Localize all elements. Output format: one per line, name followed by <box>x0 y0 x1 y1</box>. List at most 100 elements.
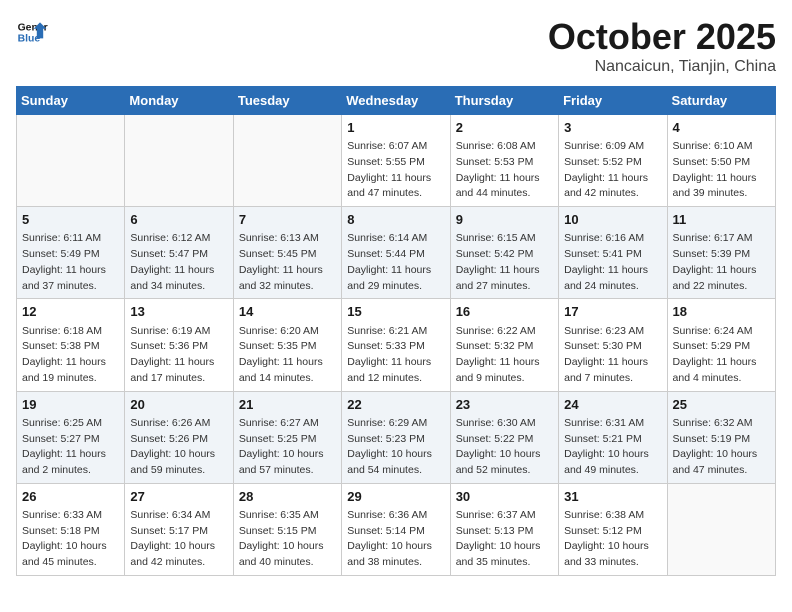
day-info: Sunrise: 6:20 AM Sunset: 5:35 PM Dayligh… <box>239 324 336 387</box>
day-number: 25 <box>673 396 770 414</box>
calendar-week-row: 19 Sunrise: 6:25 AM Sunset: 5:27 PM Dayli… <box>17 391 776 483</box>
day-info: Sunrise: 6:13 AM Sunset: 5:45 PM Dayligh… <box>239 231 336 294</box>
calendar-cell: 12 Sunrise: 6:18 AM Sunset: 5:38 PM Dayli… <box>17 299 125 391</box>
calendar-week-row: 5 Sunrise: 6:11 AM Sunset: 5:49 PM Daylig… <box>17 207 776 299</box>
calendar-cell: 14Sunrise: 6:20 AM Sunset: 5:35 PM Dayli… <box>233 299 341 391</box>
day-number: 6 <box>130 211 227 229</box>
day-number: 16 <box>456 303 553 321</box>
day-info: Sunrise: 6:25 AM Sunset: 5:27 PM Dayligh… <box>22 416 119 479</box>
day-info: Sunrise: 6:27 AM Sunset: 5:25 PM Dayligh… <box>239 416 336 479</box>
calendar-cell: 4Sunrise: 6:10 AM Sunset: 5:50 PM Daylig… <box>667 115 775 207</box>
day-info: Sunrise: 6:22 AM Sunset: 5:32 PM Dayligh… <box>456 324 553 387</box>
calendar-cell: 25 Sunrise: 6:32 AM Sunset: 5:19 PM Dayli… <box>667 391 775 483</box>
day-number: 30 <box>456 488 553 506</box>
day-info: Sunrise: 6:34 AM Sunset: 5:17 PM Dayligh… <box>130 508 227 571</box>
logo: General Blue <box>16 16 48 48</box>
day-info: Sunrise: 6:33 AM Sunset: 5:18 PM Dayligh… <box>22 508 119 571</box>
day-info: Sunrise: 6:26 AM Sunset: 5:26 PM Dayligh… <box>130 416 227 479</box>
calendar-cell: 28 Sunrise: 6:35 AM Sunset: 5:15 PM Dayli… <box>233 483 341 575</box>
title-area: October 2025 Nancaicun, Tianjin, China <box>548 16 776 76</box>
calendar-cell: 18Sunrise: 6:24 AM Sunset: 5:29 PM Dayli… <box>667 299 775 391</box>
day-info: Sunrise: 6:11 AM Sunset: 5:49 PM Dayligh… <box>22 231 119 294</box>
day-info: Sunrise: 6:23 AM Sunset: 5:30 PM Dayligh… <box>564 324 661 387</box>
weekday-header: Saturday <box>667 87 775 115</box>
calendar-cell: 22 Sunrise: 6:29 AM Sunset: 5:23 PM Dayli… <box>342 391 450 483</box>
day-number: 10 <box>564 211 661 229</box>
calendar-cell: 23Sunrise: 6:30 AM Sunset: 5:22 PM Dayli… <box>450 391 558 483</box>
calendar-week-row: 12 Sunrise: 6:18 AM Sunset: 5:38 PM Dayli… <box>17 299 776 391</box>
day-number: 12 <box>22 303 119 321</box>
day-number: 1 <box>347 119 444 137</box>
header: General Blue October 2025 Nancaicun, Tia… <box>16 16 776 76</box>
logo-icon: General Blue <box>16 16 48 48</box>
month-title: October 2025 <box>548 16 776 58</box>
weekday-header-row: SundayMondayTuesdayWednesdayThursdayFrid… <box>17 87 776 115</box>
day-info: Sunrise: 6:37 AM Sunset: 5:13 PM Dayligh… <box>456 508 553 571</box>
location-subtitle: Nancaicun, Tianjin, China <box>548 58 776 76</box>
calendar-cell: 11Sunrise: 6:17 AM Sunset: 5:39 PM Dayli… <box>667 207 775 299</box>
day-number: 31 <box>564 488 661 506</box>
day-number: 20 <box>130 396 227 414</box>
calendar-cell: 29Sunrise: 6:36 AM Sunset: 5:14 PM Dayli… <box>342 483 450 575</box>
weekday-header: Friday <box>559 87 667 115</box>
day-info: Sunrise: 6:14 AM Sunset: 5:44 PM Dayligh… <box>347 231 444 294</box>
day-number: 19 <box>22 396 119 414</box>
weekday-header: Monday <box>125 87 233 115</box>
day-info: Sunrise: 6:17 AM Sunset: 5:39 PM Dayligh… <box>673 231 770 294</box>
day-info: Sunrise: 6:35 AM Sunset: 5:15 PM Dayligh… <box>239 508 336 571</box>
calendar-table: SundayMondayTuesdayWednesdayThursdayFrid… <box>16 86 776 576</box>
calendar-cell: 20 Sunrise: 6:26 AM Sunset: 5:26 PM Dayli… <box>125 391 233 483</box>
calendar-cell: 6Sunrise: 6:12 AM Sunset: 5:47 PM Daylig… <box>125 207 233 299</box>
day-number: 5 <box>22 211 119 229</box>
day-info: Sunrise: 6:18 AM Sunset: 5:38 PM Dayligh… <box>22 324 119 387</box>
calendar-cell: 21 Sunrise: 6:27 AM Sunset: 5:25 PM Dayli… <box>233 391 341 483</box>
calendar-cell: 8 Sunrise: 6:14 AM Sunset: 5:44 PM Daylig… <box>342 207 450 299</box>
calendar-cell <box>233 115 341 207</box>
calendar-cell: 17 Sunrise: 6:23 AM Sunset: 5:30 PM Dayli… <box>559 299 667 391</box>
day-info: Sunrise: 6:30 AM Sunset: 5:22 PM Dayligh… <box>456 416 553 479</box>
day-info: Sunrise: 6:21 AM Sunset: 5:33 PM Dayligh… <box>347 324 444 387</box>
day-number: 8 <box>347 211 444 229</box>
day-info: Sunrise: 6:19 AM Sunset: 5:36 PM Dayligh… <box>130 324 227 387</box>
day-info: Sunrise: 6:38 AM Sunset: 5:12 PM Dayligh… <box>564 508 661 571</box>
day-number: 18 <box>673 303 770 321</box>
calendar-cell <box>125 115 233 207</box>
calendar-cell: 1 Sunrise: 6:07 AM Sunset: 5:55 PM Daylig… <box>342 115 450 207</box>
day-info: Sunrise: 6:16 AM Sunset: 5:41 PM Dayligh… <box>564 231 661 294</box>
day-number: 2 <box>456 119 553 137</box>
calendar-cell: 10 Sunrise: 6:16 AM Sunset: 5:41 PM Dayli… <box>559 207 667 299</box>
calendar-cell: 15Sunrise: 6:21 AM Sunset: 5:33 PM Dayli… <box>342 299 450 391</box>
calendar-week-row: 1 Sunrise: 6:07 AM Sunset: 5:55 PM Daylig… <box>17 115 776 207</box>
calendar-cell: 3Sunrise: 6:09 AM Sunset: 5:52 PM Daylig… <box>559 115 667 207</box>
day-number: 17 <box>564 303 661 321</box>
weekday-header: Wednesday <box>342 87 450 115</box>
day-info: Sunrise: 6:15 AM Sunset: 5:42 PM Dayligh… <box>456 231 553 294</box>
calendar-cell: 30 Sunrise: 6:37 AM Sunset: 5:13 PM Dayli… <box>450 483 558 575</box>
day-number: 3 <box>564 119 661 137</box>
day-info: Sunrise: 6:29 AM Sunset: 5:23 PM Dayligh… <box>347 416 444 479</box>
day-info: Sunrise: 6:08 AM Sunset: 5:53 PM Dayligh… <box>456 139 553 202</box>
day-number: 24 <box>564 396 661 414</box>
day-number: 13 <box>130 303 227 321</box>
day-info: Sunrise: 6:07 AM Sunset: 5:55 PM Dayligh… <box>347 139 444 202</box>
calendar-cell: 5 Sunrise: 6:11 AM Sunset: 5:49 PM Daylig… <box>17 207 125 299</box>
day-number: 9 <box>456 211 553 229</box>
day-info: Sunrise: 6:31 AM Sunset: 5:21 PM Dayligh… <box>564 416 661 479</box>
weekday-header: Thursday <box>450 87 558 115</box>
day-number: 21 <box>239 396 336 414</box>
calendar-cell: 19 Sunrise: 6:25 AM Sunset: 5:27 PM Dayli… <box>17 391 125 483</box>
calendar-cell: 26 Sunrise: 6:33 AM Sunset: 5:18 PM Dayli… <box>17 483 125 575</box>
day-number: 28 <box>239 488 336 506</box>
day-info: Sunrise: 6:10 AM Sunset: 5:50 PM Dayligh… <box>673 139 770 202</box>
day-number: 22 <box>347 396 444 414</box>
day-number: 27 <box>130 488 227 506</box>
day-info: Sunrise: 6:32 AM Sunset: 5:19 PM Dayligh… <box>673 416 770 479</box>
calendar-cell: 7 Sunrise: 6:13 AM Sunset: 5:45 PM Daylig… <box>233 207 341 299</box>
day-number: 26 <box>22 488 119 506</box>
day-number: 7 <box>239 211 336 229</box>
weekday-header: Tuesday <box>233 87 341 115</box>
calendar-cell: 31 Sunrise: 6:38 AM Sunset: 5:12 PM Dayli… <box>559 483 667 575</box>
calendar-cell: 27 Sunrise: 6:34 AM Sunset: 5:17 PM Dayli… <box>125 483 233 575</box>
day-info: Sunrise: 6:36 AM Sunset: 5:14 PM Dayligh… <box>347 508 444 571</box>
calendar-cell: 2 Sunrise: 6:08 AM Sunset: 5:53 PM Daylig… <box>450 115 558 207</box>
